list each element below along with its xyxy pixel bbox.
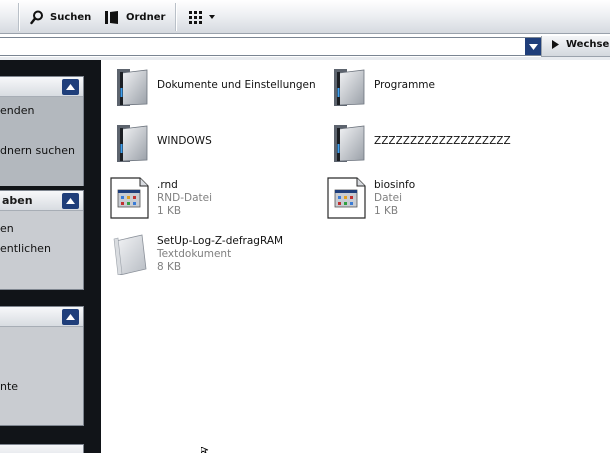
go-button[interactable]: Wechseln zu [552, 39, 610, 50]
file-type: Datei [374, 192, 403, 204]
address-dropdown-button[interactable] [525, 38, 541, 55]
collapse-button[interactable] [62, 309, 79, 325]
file-type: Textdokument [157, 248, 232, 260]
task-group-3: nte [0, 306, 84, 426]
task-group-1: enden dnern suchen [0, 76, 84, 186]
task-link[interactable]: nte [0, 379, 83, 395]
file-name: .rnd [157, 179, 178, 191]
task-group-header[interactable] [0, 77, 83, 97]
task-pane: enden dnern suchen aben en entlichen nte [0, 60, 101, 453]
collapse-button[interactable] [62, 79, 79, 95]
file-size: 1 KB [374, 205, 399, 217]
chevron-down-icon [528, 43, 538, 50]
file-item[interactable]: Programme [327, 66, 537, 110]
task-group-4 [0, 444, 84, 453]
file-size: 8 KB [157, 261, 182, 273]
task-link[interactable]: dnern suchen [0, 143, 83, 159]
chevron-up-icon [66, 314, 75, 320]
play-arrow-icon [552, 40, 559, 49]
address-input[interactable] [0, 37, 541, 56]
grid-icon [189, 10, 202, 24]
toolbar: Suchen Ordner [0, 0, 610, 34]
folder-icon [117, 69, 148, 106]
view-button[interactable] [189, 7, 215, 27]
file-name: Programme [374, 79, 435, 91]
text-document-icon [113, 234, 147, 275]
file-item[interactable]: Dokumente und Einstellungen [110, 66, 320, 110]
file-name: SetUp-Log-Z-defragRAM [157, 235, 284, 247]
folder-icon [117, 125, 148, 162]
file-type: RND-Datei [157, 192, 213, 204]
folders-button-label: Ordner [126, 11, 166, 23]
go-button-label: Wechseln zu [566, 39, 610, 50]
file-icon [110, 177, 149, 219]
chevron-down-icon [209, 15, 215, 19]
file-item[interactable]: SetUp-Log-Z-defragRAM Textdokument 8 KB [110, 233, 320, 277]
file-icon [327, 177, 366, 219]
file-name: Dokumente und Einstellungen [157, 79, 316, 91]
folder-icon [334, 125, 365, 162]
search-button-label: Suchen [50, 11, 92, 23]
folders-button[interactable]: Ordner [104, 7, 165, 27]
task-group-2: aben en entlichen [0, 190, 84, 290]
task-group-header[interactable] [0, 445, 83, 453]
task-group-title: aben [2, 194, 33, 207]
file-name: biosinfo [374, 179, 416, 191]
task-link[interactable]: enden [0, 103, 83, 119]
task-link[interactable]: en [0, 221, 83, 237]
mouse-cursor-icon [201, 447, 209, 453]
task-group-header[interactable]: aben [0, 191, 83, 211]
file-name: ZZZZZZZZZZZZZZZZZZZ [374, 135, 511, 147]
collapse-button[interactable] [62, 193, 79, 209]
task-link[interactable]: entlichen [0, 241, 83, 257]
chevron-up-icon [66, 198, 75, 204]
folders-icon [105, 10, 118, 24]
toolbar-separator [175, 3, 176, 31]
file-name: WINDOWS [157, 135, 212, 147]
chevron-up-icon [66, 84, 75, 90]
folder-icon [334, 69, 365, 106]
search-icon [30, 10, 43, 24]
file-size: 1 KB [157, 205, 182, 217]
task-group-header[interactable] [0, 307, 83, 327]
file-item[interactable]: ZZZZZZZZZZZZZZZZZZZ [327, 122, 537, 166]
search-button[interactable]: Suchen [30, 7, 91, 27]
file-item[interactable]: .rnd RND-Datei 1 KB [110, 177, 320, 221]
file-item[interactable]: biosinfo Datei 1 KB [327, 177, 537, 221]
toolbar-separator [18, 3, 19, 31]
file-item[interactable]: WINDOWS [110, 122, 320, 166]
